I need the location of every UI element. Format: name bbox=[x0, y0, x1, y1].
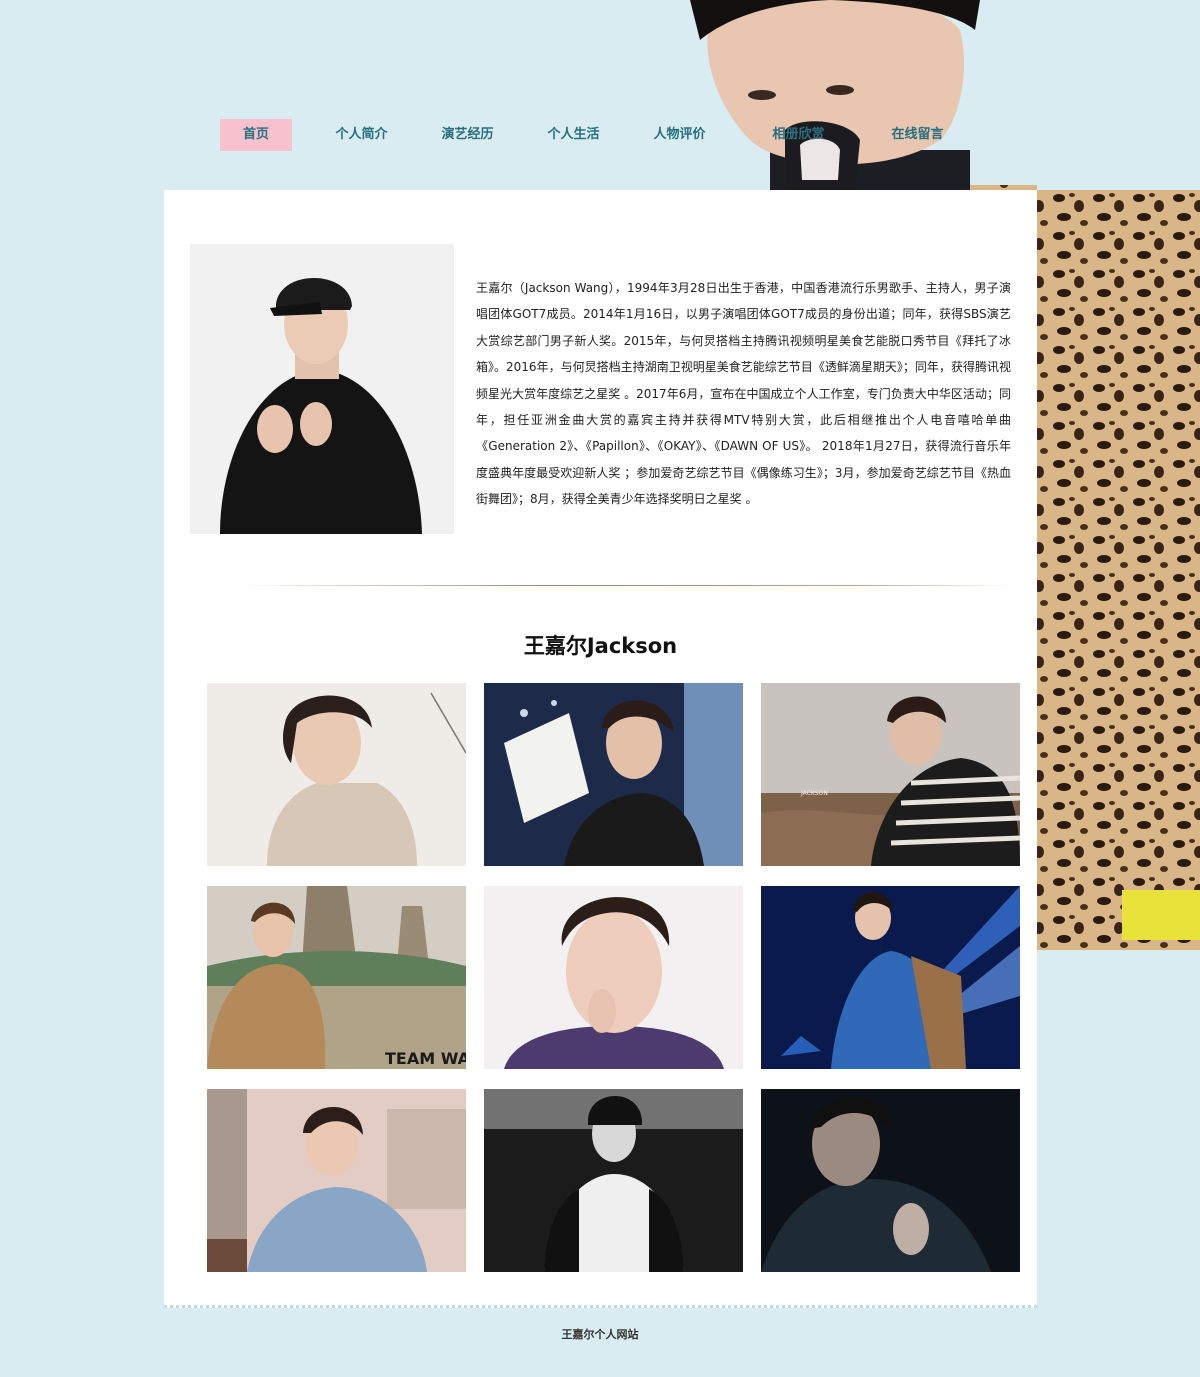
gallery-photo-4[interactable]: TEAM WANG bbox=[207, 886, 466, 1069]
section-divider bbox=[236, 585, 1014, 586]
nav-item-life[interactable]: 个人生活 bbox=[538, 119, 609, 151]
gallery-title: 王嘉尔Jackson bbox=[523, 634, 678, 658]
gallery-photo-7[interactable] bbox=[207, 1089, 466, 1272]
gallery-photo-5[interactable] bbox=[484, 886, 743, 1069]
site-footer: 王嘉尔个人网站 bbox=[561, 1328, 639, 1341]
intro-paragraph: 王嘉尔（Jackson Wang），1994年3月28日出生于香港，中国香港流行… bbox=[476, 281, 1011, 507]
content-panel: 王嘉尔（Jackson Wang），1994年3月28日出生于香港，中国香港流行… bbox=[164, 190, 1037, 1308]
profile-portrait bbox=[190, 244, 454, 534]
nav-item-career[interactable]: 演艺经历 bbox=[432, 119, 503, 151]
gallery-photo-3[interactable]: JACKSON bbox=[761, 683, 1020, 866]
photo-4-caption: TEAM WANG bbox=[385, 1049, 466, 1068]
photo-3-caption: JACKSON bbox=[800, 790, 828, 797]
gallery-photo-8[interactable] bbox=[484, 1089, 743, 1272]
nav-item-profile[interactable]: 个人简介 bbox=[326, 119, 397, 151]
nav-item-reviews[interactable]: 人物评价 bbox=[644, 119, 715, 151]
nav-item-guestbook[interactable]: 在线留言 bbox=[882, 119, 953, 151]
gallery-photo-9[interactable] bbox=[761, 1089, 1020, 1272]
gallery-photo-1[interactable] bbox=[207, 683, 466, 866]
gallery-photo-6[interactable] bbox=[761, 886, 1020, 1069]
nav-item-home[interactable]: 首页 bbox=[220, 119, 292, 151]
main-nav: 首页 个人简介 演艺经历 个人生活 人物评价 相册欣赏 在线留言 bbox=[220, 119, 953, 151]
gallery-photo-2[interactable] bbox=[484, 683, 743, 866]
nav-item-album[interactable]: 相册欣赏 bbox=[763, 119, 834, 151]
